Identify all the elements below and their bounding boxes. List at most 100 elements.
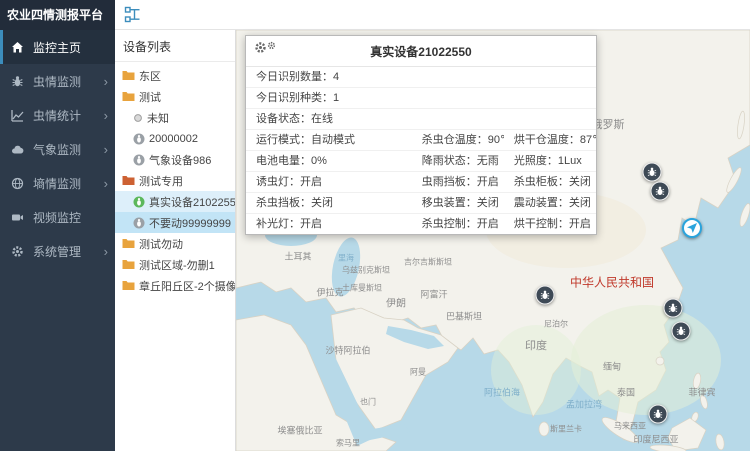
popup-row: 运行模式：自动模式杀虫仓温度：90℃烘干仓温度：87℃ bbox=[246, 130, 596, 151]
device-tree: 东区测试未知 20000002 气象设备986 测试专用真实设备21022550 不要动… bbox=[115, 62, 235, 296]
topbar bbox=[115, 0, 750, 30]
tree-device[interactable]: 20000002 bbox=[115, 128, 235, 149]
tree-device[interactable]: 真实设备21022550 bbox=[115, 191, 235, 212]
sidebar-item-label: 视频监控 bbox=[33, 209, 81, 226]
popup-cell: 移虫装置：关闭 bbox=[412, 193, 504, 213]
folder-icon bbox=[122, 280, 135, 291]
sidebar-item-label: 虫情统计 bbox=[33, 107, 81, 124]
tree-toggle-icon[interactable] bbox=[124, 6, 141, 23]
chevron-right-icon: › bbox=[104, 245, 108, 258]
chevron-right-icon: › bbox=[104, 109, 108, 122]
device-list-panel: 设备列表 东区测试未知 20000002 气象设备986 测试专用真实设备210225… bbox=[115, 30, 236, 451]
tree-device[interactable]: 气象设备986 bbox=[115, 149, 235, 170]
map-marker-device[interactable] bbox=[651, 182, 670, 201]
tree-folder[interactable]: 章丘阳丘区-2个摄像头 bbox=[115, 275, 235, 296]
sidebar: 农业四情测报平台 监控主页虫情监测 › 虫情统计 › 气象监测 › 墒情监测 › 视频监控系统管… bbox=[0, 0, 115, 451]
tree-folder[interactable]: 测试区域-勿删1 bbox=[115, 254, 235, 275]
tree-device-label: 不要动99999999 bbox=[149, 215, 231, 231]
map-marker-nav[interactable] bbox=[682, 218, 702, 238]
popup-row: 今日识别种类：1 bbox=[246, 88, 596, 109]
popup-cell: 补光灯：开启 bbox=[246, 214, 412, 234]
device-list-title: 设备列表 bbox=[115, 30, 235, 62]
chevron-right-icon: › bbox=[104, 177, 108, 190]
sidebar-item-label: 气象监测 bbox=[33, 141, 81, 158]
device-status-icon bbox=[133, 154, 145, 166]
device-status-icon bbox=[133, 196, 145, 208]
popup-cell: 降雨状态：无雨 bbox=[412, 151, 504, 171]
device-status-icon bbox=[133, 217, 145, 229]
weather-icon bbox=[11, 143, 28, 156]
sidebar-item-4[interactable]: 墒情监测 › bbox=[0, 166, 115, 200]
popup-row: 设备状态：在线 bbox=[246, 109, 596, 130]
sidebar-item-label: 虫情监测 bbox=[33, 73, 81, 90]
unknown-dot-icon bbox=[133, 113, 143, 123]
popup-cell: 杀虫柜板：关闭 bbox=[504, 172, 596, 192]
popup-row: 今日识别数量：4 bbox=[246, 67, 596, 88]
chevron-right-icon: › bbox=[104, 143, 108, 156]
tree-device[interactable]: 不要动99999999 bbox=[115, 212, 235, 233]
tree-device-label: 真实设备21022550 bbox=[149, 194, 236, 210]
device-info-popup: 真实设备21022550 今日识别数量：4今日识别种类：1设备状态：在线运行模式… bbox=[245, 35, 597, 235]
device-status-icon bbox=[133, 133, 145, 145]
chevron-right-icon: › bbox=[104, 75, 108, 88]
popup-cell: 运行模式：自动模式 bbox=[246, 130, 412, 150]
folder-icon bbox=[122, 175, 135, 186]
popup-header: 真实设备21022550 bbox=[246, 36, 596, 67]
folder-icon bbox=[122, 238, 135, 249]
tree-folder[interactable]: 测试 bbox=[115, 86, 235, 107]
sidebar-item-5[interactable]: 视频监控 bbox=[0, 200, 115, 234]
home-icon bbox=[11, 41, 28, 54]
popup-cell: 电池电量：0% bbox=[246, 151, 412, 171]
tree-folder[interactable]: 测试专用 bbox=[115, 170, 235, 191]
tree-folder-label: 测试 bbox=[139, 89, 161, 105]
app-title: 农业四情测报平台 bbox=[0, 0, 115, 30]
popup-row: 电池电量：0%降雨状态：无雨光照度：1Lux bbox=[246, 151, 596, 172]
tree-folder-label: 章丘阳丘区-2个摄像头 bbox=[139, 278, 236, 294]
map-marker-device[interactable] bbox=[643, 163, 662, 182]
map-marker-device[interactable] bbox=[649, 405, 668, 424]
bug-icon bbox=[11, 75, 28, 88]
popup-row: 杀虫挡板：关闭移虫装置：关闭震动装置：关闭 bbox=[246, 193, 596, 214]
sidebar-item-0[interactable]: 监控主页 bbox=[0, 30, 115, 64]
video-icon bbox=[11, 211, 28, 224]
tree-folder-label: 东区 bbox=[139, 68, 161, 84]
sidebar-item-6[interactable]: 系统管理 › bbox=[0, 234, 115, 268]
tree-device-label: 气象设备986 bbox=[149, 152, 211, 168]
sidebar-item-3[interactable]: 气象监测 › bbox=[0, 132, 115, 166]
gear-icon bbox=[11, 245, 28, 258]
tree-device-label: 未知 bbox=[147, 110, 169, 126]
map-marker-device[interactable] bbox=[672, 322, 691, 341]
chart-icon bbox=[11, 109, 28, 122]
map-marker-device[interactable] bbox=[536, 286, 555, 305]
map-marker-device[interactable] bbox=[664, 299, 683, 318]
popup-cell: 光照度：1Lux bbox=[504, 151, 596, 171]
settings-gears-icon[interactable] bbox=[254, 41, 276, 54]
folder-icon bbox=[122, 91, 135, 102]
sidebar-item-label: 监控主页 bbox=[33, 39, 81, 56]
tree-folder-label: 测试区域-勿删1 bbox=[139, 257, 215, 273]
tree-device-label: 20000002 bbox=[149, 133, 198, 145]
folder-icon bbox=[122, 259, 135, 270]
popup-cell: 杀虫控制：开启 bbox=[412, 214, 504, 234]
globe-icon bbox=[11, 177, 28, 190]
popup-row: 诱虫灯：开启虫雨挡板：开启杀虫柜板：关闭 bbox=[246, 172, 596, 193]
sidebar-item-2[interactable]: 虫情统计 › bbox=[0, 98, 115, 132]
tree-folder[interactable]: 东区 bbox=[115, 65, 235, 86]
popup-cell: 虫雨挡板：开启 bbox=[412, 172, 504, 192]
tree-folder-label: 测试勿动 bbox=[139, 236, 183, 252]
popup-cell: 杀虫挡板：关闭 bbox=[246, 193, 412, 213]
sidebar-item-1[interactable]: 虫情监测 › bbox=[0, 64, 115, 98]
popup-cell: 诱虫灯：开启 bbox=[246, 172, 412, 192]
popup-cell: 烘干控制：开启 bbox=[504, 214, 596, 234]
tree-folder[interactable]: 测试勿动 bbox=[115, 233, 235, 254]
popup-cell: 烘干仓温度：87℃ bbox=[504, 130, 596, 150]
popup-row: 补光灯：开启杀虫控制：开启烘干控制：开启 bbox=[246, 214, 596, 234]
popup-device-name: 真实设备21022550 bbox=[370, 45, 471, 59]
tree-device[interactable]: 未知 bbox=[115, 107, 235, 128]
sidebar-item-label: 墒情监测 bbox=[33, 175, 81, 192]
sidebar-item-label: 系统管理 bbox=[33, 243, 81, 260]
tree-folder-label: 测试专用 bbox=[139, 173, 183, 189]
popup-cell: 杀虫仓温度：90℃ bbox=[412, 130, 504, 150]
popup-cell: 震动装置：关闭 bbox=[504, 193, 596, 213]
sidebar-menu: 监控主页虫情监测 › 虫情统计 › 气象监测 › 墒情监测 › 视频监控系统管理 › bbox=[0, 30, 115, 268]
